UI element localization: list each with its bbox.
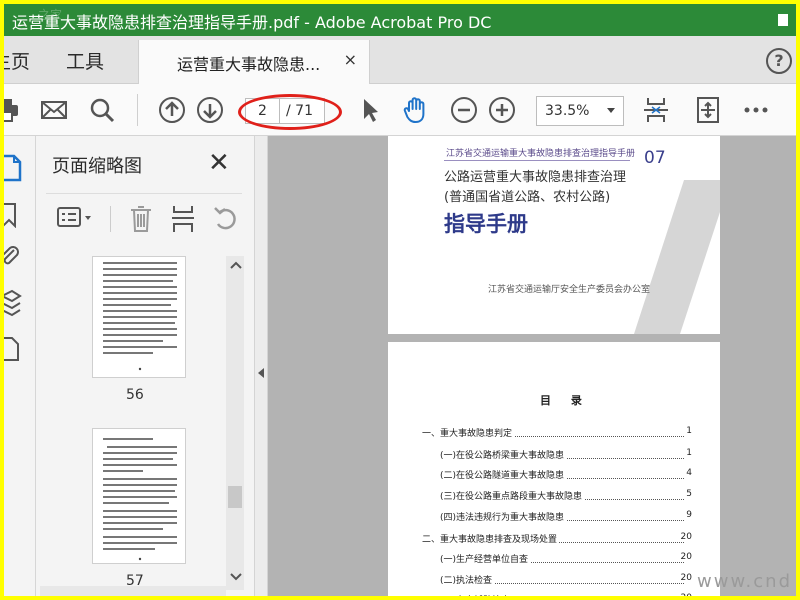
thumbnails-horizontal-scrollbar[interactable] (40, 586, 226, 596)
cover-page: 江苏省交通运输重大事故隐患排查治理指导手册 07 公路运营重大事故隐患排查治理 … (388, 136, 720, 334)
acrobat-window: 运营重大事故隐患排查治理指导手册.pdf - Adobe Acrobat Pro… (4, 4, 796, 596)
cover-header: 江苏省交通运输重大事故隐患排查治理指导手册 (446, 149, 636, 159)
delete-page-icon[interactable] (128, 204, 154, 234)
cover-header-rule (444, 160, 630, 161)
cover-title: 指导手册 (444, 212, 528, 236)
help-button[interactable]: ? (766, 48, 792, 74)
page-scroll-icon[interactable] (694, 96, 722, 124)
attachment-icon[interactable] (4, 244, 20, 270)
chevron-down-icon (607, 108, 615, 113)
print-icon[interactable] (4, 96, 20, 124)
toc-entry[interactable]: (三)在役公路重点路段重大事故隐患 5 (440, 489, 692, 503)
panel-divider (46, 193, 242, 194)
zoom-out-icon[interactable] (450, 96, 478, 124)
zoom-in-icon[interactable] (488, 96, 516, 124)
page-thumbnails-icon[interactable] (4, 154, 22, 182)
page-fit-icon[interactable] (642, 96, 670, 124)
cover-line-1: 公路运营重大事故隐患排查治理 (444, 170, 627, 185)
toc-entry[interactable]: (一)在役公路桥梁重大事故隐患 1 (440, 448, 692, 462)
window-title: 运营重大事故隐患排查治理指导手册.pdf - Adobe Acrobat Pro… (12, 13, 492, 32)
toc-entry-text: (三)在役公路重点路段重大事故隐患 (440, 489, 585, 502)
toc-entry-text: 二、重大事故隐患排查及现场处置 (422, 532, 560, 545)
close-icon[interactable]: ✕ (208, 148, 230, 178)
tab-home[interactable]: 主页 (4, 47, 30, 74)
toc-entry-text: (二)执法检查 (440, 573, 495, 586)
select-cursor-icon[interactable] (356, 96, 384, 124)
toc-entry-page: 4 (684, 468, 692, 478)
toc-entry-page: 20 (678, 593, 692, 596)
more-icon[interactable] (742, 96, 770, 124)
scroll-down-icon[interactable] (230, 572, 242, 582)
cover-line-2: (普通国省道公路、农村公路) (444, 190, 611, 205)
tab-bar: 主页 工具 运营重大事故隐患... × ? (4, 36, 796, 84)
toc-entry-text: (四)违法违规行为重大事故隐患 (440, 510, 567, 523)
document-view: 江苏省交通运输重大事故隐患排查治理指导手册 07 公路运营重大事故隐患排查治理 … (268, 136, 796, 596)
search-icon[interactable] (88, 96, 116, 124)
rotate-page-icon[interactable] (212, 204, 240, 234)
tab-close-icon[interactable]: × (344, 50, 357, 69)
toc-entry-text: 一、重大事故隐患判定 (422, 426, 515, 439)
toc-entry[interactable]: (一)生产经营单位自查 20 (440, 552, 692, 566)
layers-icon[interactable] (4, 288, 22, 318)
toc-entry-page: 20 (678, 573, 692, 583)
toc-entry[interactable]: (四)违法违规行为重大事故隐患 9 (440, 510, 692, 524)
cover-organization: 江苏省交通运输厅安全生产委员会办公室 (488, 285, 651, 295)
title-bar: 运营重大事故隐患排查治理指导手册.pdf - Adobe Acrobat Pro… (4, 4, 796, 36)
prev-page-icon[interactable] (158, 96, 186, 124)
toc-entry[interactable]: (三)专家辅助检查 20 (440, 593, 692, 596)
toc-entry[interactable]: 二、重大事故隐患排查及现场处置 20 (422, 532, 692, 546)
toc-entry-page: 20 (678, 532, 692, 542)
watermark: www.cnd (697, 571, 792, 592)
toc-entry-page: 1 (684, 448, 692, 458)
toc-entry[interactable]: (二)执法检查 20 (440, 573, 692, 587)
panel-title: 页面缩略图 (52, 156, 142, 177)
extract-page-icon[interactable] (170, 204, 196, 234)
thumbnail-text-lines (103, 438, 177, 561)
document-properties-icon[interactable] (4, 336, 20, 362)
toc-entry[interactable]: 一、重大事故隐患判定 1 (422, 426, 692, 440)
navigation-rail (4, 136, 36, 596)
toc-entry-page: 5 (684, 489, 692, 499)
watermark-top-left: 之家 (38, 8, 63, 22)
hand-tool-icon[interactable] (402, 96, 430, 124)
thumbnails-scrollbar[interactable] (226, 256, 244, 590)
toc-entry-page: 1 (684, 426, 692, 436)
toc-page: 目 录 一、重大事故隐患判定 1 (一)在役公路桥梁重大事故隐患 1 (二)在役公路隧道… (388, 342, 720, 596)
toc-entry[interactable]: (二)在役公路隧道重大事故隐患 4 (440, 468, 692, 482)
thumbnail-options-icon[interactable] (56, 204, 96, 232)
cover-number: 07 (644, 148, 666, 168)
thumbnail-page-57[interactable] (92, 428, 186, 564)
tab-document[interactable]: 运营重大事故隐患... × (138, 40, 370, 84)
collapse-arrow-icon (258, 368, 264, 378)
toc-title: 目 录 (540, 394, 590, 407)
mail-icon[interactable] (40, 96, 68, 124)
tab-document-label: 运营重大事故隐患... (177, 55, 321, 74)
tab-tools[interactable]: 工具 (66, 47, 104, 74)
toolbar-separator (110, 206, 111, 232)
bookmark-icon[interactable] (4, 202, 20, 228)
toc-entry-page: 20 (678, 552, 692, 562)
scroll-up-icon[interactable] (230, 260, 242, 270)
thumbnails-scrollbar-thumb[interactable] (228, 486, 242, 508)
next-page-icon[interactable] (196, 96, 224, 124)
zoom-select[interactable]: 33.5% (536, 96, 624, 126)
toc-entry-text: (三)专家辅助检查 (440, 593, 513, 596)
toc-entry-page: 9 (684, 510, 692, 520)
thumbnail-text-lines (103, 262, 177, 371)
zoom-value: 33.5% (545, 103, 590, 119)
cover-decoration (634, 180, 720, 334)
toolbar: 2 / 71 33.5% (4, 84, 796, 136)
toc-entry-text: (一)在役公路桥梁重大事故隐患 (440, 448, 567, 461)
annotation-ellipse (238, 94, 342, 130)
toolbar-separator (137, 94, 138, 126)
page-thumbnails-panel: 页面缩略图 ✕ 56 57 (36, 136, 254, 596)
thumbnail-number: 56 (126, 387, 144, 403)
window-restore-icon[interactable] (778, 14, 788, 26)
thumbnail-page-56[interactable] (92, 256, 186, 378)
panel-collapse-handle[interactable] (254, 136, 268, 596)
toc-entry-text: (二)在役公路隧道重大事故隐患 (440, 468, 567, 481)
toc-entry-text: (一)生产经营单位自查 (440, 552, 531, 565)
